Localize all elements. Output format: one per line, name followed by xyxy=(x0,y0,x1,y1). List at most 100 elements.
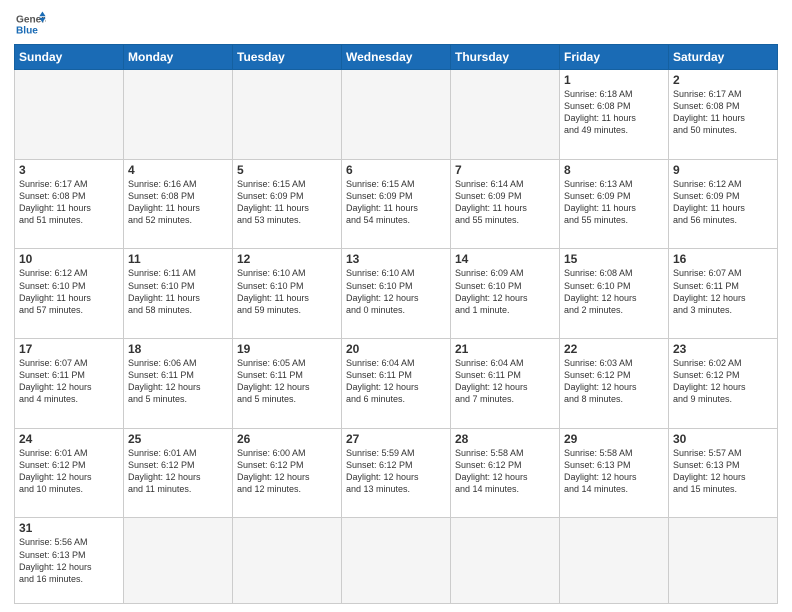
day-info: Sunrise: 6:16 AMSunset: 6:08 PMDaylight:… xyxy=(128,178,228,227)
day-number: 23 xyxy=(673,342,773,356)
day-number: 6 xyxy=(346,163,446,177)
day-number: 31 xyxy=(19,521,119,535)
day-info: Sunrise: 6:13 AMSunset: 6:09 PMDaylight:… xyxy=(564,178,664,227)
calendar-day-cell xyxy=(233,518,342,604)
day-info: Sunrise: 6:07 AMSunset: 6:11 PMDaylight:… xyxy=(673,267,773,316)
calendar-day-header: Monday xyxy=(124,45,233,70)
day-number: 20 xyxy=(346,342,446,356)
day-number: 5 xyxy=(237,163,337,177)
day-number: 24 xyxy=(19,432,119,446)
day-info: Sunrise: 6:17 AMSunset: 6:08 PMDaylight:… xyxy=(673,88,773,137)
day-number: 17 xyxy=(19,342,119,356)
calendar-day-cell: 20Sunrise: 6:04 AMSunset: 6:11 PMDayligh… xyxy=(342,339,451,429)
calendar-week-row: 1Sunrise: 6:18 AMSunset: 6:08 PMDaylight… xyxy=(15,70,778,160)
day-number: 16 xyxy=(673,252,773,266)
calendar-day-cell: 12Sunrise: 6:10 AMSunset: 6:10 PMDayligh… xyxy=(233,249,342,339)
svg-text:Blue: Blue xyxy=(16,25,38,36)
day-info: Sunrise: 6:12 AMSunset: 6:10 PMDaylight:… xyxy=(19,267,119,316)
day-info: Sunrise: 6:15 AMSunset: 6:09 PMDaylight:… xyxy=(346,178,446,227)
day-info: Sunrise: 5:58 AMSunset: 6:13 PMDaylight:… xyxy=(564,447,664,496)
calendar-day-cell: 29Sunrise: 5:58 AMSunset: 6:13 PMDayligh… xyxy=(560,428,669,518)
calendar-header-row: SundayMondayTuesdayWednesdayThursdayFrid… xyxy=(15,45,778,70)
calendar-day-cell: 6Sunrise: 6:15 AMSunset: 6:09 PMDaylight… xyxy=(342,159,451,249)
calendar-day-cell xyxy=(669,518,778,604)
calendar-day-cell: 9Sunrise: 6:12 AMSunset: 6:09 PMDaylight… xyxy=(669,159,778,249)
day-info: Sunrise: 6:14 AMSunset: 6:09 PMDaylight:… xyxy=(455,178,555,227)
calendar-day-cell: 4Sunrise: 6:16 AMSunset: 6:08 PMDaylight… xyxy=(124,159,233,249)
day-info: Sunrise: 6:10 AMSunset: 6:10 PMDaylight:… xyxy=(237,267,337,316)
day-number: 29 xyxy=(564,432,664,446)
calendar-day-cell: 10Sunrise: 6:12 AMSunset: 6:10 PMDayligh… xyxy=(15,249,124,339)
calendar-day-cell: 2Sunrise: 6:17 AMSunset: 6:08 PMDaylight… xyxy=(669,70,778,160)
day-number: 26 xyxy=(237,432,337,446)
calendar-week-row: 31Sunrise: 5:56 AMSunset: 6:13 PMDayligh… xyxy=(15,518,778,604)
calendar-week-row: 17Sunrise: 6:07 AMSunset: 6:11 PMDayligh… xyxy=(15,339,778,429)
calendar-table: SundayMondayTuesdayWednesdayThursdayFrid… xyxy=(14,44,778,604)
day-info: Sunrise: 5:57 AMSunset: 6:13 PMDaylight:… xyxy=(673,447,773,496)
calendar-day-cell xyxy=(342,518,451,604)
day-info: Sunrise: 6:04 AMSunset: 6:11 PMDaylight:… xyxy=(455,357,555,406)
day-number: 9 xyxy=(673,163,773,177)
day-info: Sunrise: 6:00 AMSunset: 6:12 PMDaylight:… xyxy=(237,447,337,496)
calendar-day-header: Friday xyxy=(560,45,669,70)
day-number: 14 xyxy=(455,252,555,266)
day-info: Sunrise: 6:03 AMSunset: 6:12 PMDaylight:… xyxy=(564,357,664,406)
calendar-day-cell xyxy=(124,70,233,160)
day-info: Sunrise: 6:10 AMSunset: 6:10 PMDaylight:… xyxy=(346,267,446,316)
calendar-day-cell: 28Sunrise: 5:58 AMSunset: 6:12 PMDayligh… xyxy=(451,428,560,518)
calendar-day-header: Tuesday xyxy=(233,45,342,70)
day-info: Sunrise: 6:15 AMSunset: 6:09 PMDaylight:… xyxy=(237,178,337,227)
day-number: 11 xyxy=(128,252,228,266)
day-number: 13 xyxy=(346,252,446,266)
day-info: Sunrise: 6:05 AMSunset: 6:11 PMDaylight:… xyxy=(237,357,337,406)
calendar-day-cell: 30Sunrise: 5:57 AMSunset: 6:13 PMDayligh… xyxy=(669,428,778,518)
calendar-day-cell: 3Sunrise: 6:17 AMSunset: 6:08 PMDaylight… xyxy=(15,159,124,249)
calendar-day-cell xyxy=(451,70,560,160)
page-header: General Blue xyxy=(14,10,778,38)
calendar-day-cell xyxy=(124,518,233,604)
calendar-day-cell: 15Sunrise: 6:08 AMSunset: 6:10 PMDayligh… xyxy=(560,249,669,339)
day-info: Sunrise: 5:58 AMSunset: 6:12 PMDaylight:… xyxy=(455,447,555,496)
day-number: 10 xyxy=(19,252,119,266)
day-info: Sunrise: 6:09 AMSunset: 6:10 PMDaylight:… xyxy=(455,267,555,316)
calendar-day-cell: 8Sunrise: 6:13 AMSunset: 6:09 PMDaylight… xyxy=(560,159,669,249)
day-info: Sunrise: 6:04 AMSunset: 6:11 PMDaylight:… xyxy=(346,357,446,406)
calendar-day-cell xyxy=(15,70,124,160)
day-number: 1 xyxy=(564,73,664,87)
calendar-day-cell: 7Sunrise: 6:14 AMSunset: 6:09 PMDaylight… xyxy=(451,159,560,249)
calendar-week-row: 3Sunrise: 6:17 AMSunset: 6:08 PMDaylight… xyxy=(15,159,778,249)
logo: General Blue xyxy=(14,10,46,38)
calendar-day-header: Saturday xyxy=(669,45,778,70)
generalblue-logo-icon: General Blue xyxy=(14,10,46,38)
day-number: 3 xyxy=(19,163,119,177)
calendar-day-cell: 22Sunrise: 6:03 AMSunset: 6:12 PMDayligh… xyxy=(560,339,669,429)
calendar-day-cell: 25Sunrise: 6:01 AMSunset: 6:12 PMDayligh… xyxy=(124,428,233,518)
day-number: 18 xyxy=(128,342,228,356)
day-number: 21 xyxy=(455,342,555,356)
day-info: Sunrise: 6:17 AMSunset: 6:08 PMDaylight:… xyxy=(19,178,119,227)
calendar-day-cell: 16Sunrise: 6:07 AMSunset: 6:11 PMDayligh… xyxy=(669,249,778,339)
calendar-day-header: Sunday xyxy=(15,45,124,70)
day-info: Sunrise: 6:01 AMSunset: 6:12 PMDaylight:… xyxy=(19,447,119,496)
day-info: Sunrise: 6:06 AMSunset: 6:11 PMDaylight:… xyxy=(128,357,228,406)
calendar-day-cell: 19Sunrise: 6:05 AMSunset: 6:11 PMDayligh… xyxy=(233,339,342,429)
calendar-day-cell: 14Sunrise: 6:09 AMSunset: 6:10 PMDayligh… xyxy=(451,249,560,339)
calendar-day-cell: 31Sunrise: 5:56 AMSunset: 6:13 PMDayligh… xyxy=(15,518,124,604)
day-number: 8 xyxy=(564,163,664,177)
calendar-day-cell: 17Sunrise: 6:07 AMSunset: 6:11 PMDayligh… xyxy=(15,339,124,429)
calendar-day-cell: 26Sunrise: 6:00 AMSunset: 6:12 PMDayligh… xyxy=(233,428,342,518)
day-number: 28 xyxy=(455,432,555,446)
calendar-day-cell xyxy=(342,70,451,160)
calendar-day-cell: 18Sunrise: 6:06 AMSunset: 6:11 PMDayligh… xyxy=(124,339,233,429)
day-number: 15 xyxy=(564,252,664,266)
calendar-day-cell: 1Sunrise: 6:18 AMSunset: 6:08 PMDaylight… xyxy=(560,70,669,160)
day-number: 25 xyxy=(128,432,228,446)
day-info: Sunrise: 5:59 AMSunset: 6:12 PMDaylight:… xyxy=(346,447,446,496)
day-info: Sunrise: 6:02 AMSunset: 6:12 PMDaylight:… xyxy=(673,357,773,406)
calendar-week-row: 24Sunrise: 6:01 AMSunset: 6:12 PMDayligh… xyxy=(15,428,778,518)
day-number: 27 xyxy=(346,432,446,446)
calendar-day-cell: 13Sunrise: 6:10 AMSunset: 6:10 PMDayligh… xyxy=(342,249,451,339)
calendar-day-cell: 24Sunrise: 6:01 AMSunset: 6:12 PMDayligh… xyxy=(15,428,124,518)
calendar-day-cell xyxy=(451,518,560,604)
day-number: 30 xyxy=(673,432,773,446)
